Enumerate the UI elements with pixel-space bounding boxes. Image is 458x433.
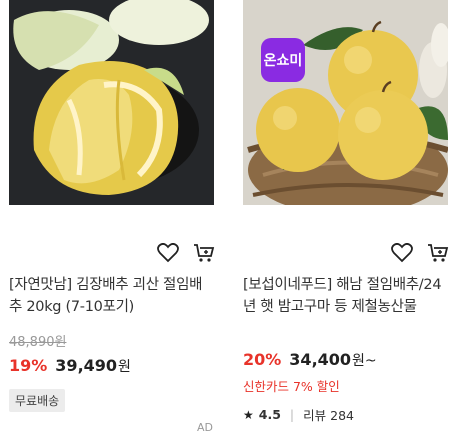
product-image[interactable]: [9, 0, 214, 205]
product-card[interactable]: [자연맛남] 김장배추 괴산 절임배추 20kg (7-10포기) 48,890…: [9, 0, 215, 412]
divider: |: [289, 407, 295, 422]
discount-rate: 19%: [9, 356, 48, 375]
original-price: 48,890원: [9, 335, 67, 350]
rating-row: ★ 4.5 | 리뷰 284: [243, 405, 354, 424]
rating-score: 4.5: [258, 407, 281, 422]
sale-price: 34,400: [289, 350, 352, 369]
heart-icon[interactable]: [157, 242, 179, 263]
ad-label: AD: [197, 421, 213, 433]
product-image[interactable]: 온쇼미: [243, 0, 448, 205]
product-actions: [391, 242, 449, 263]
free-shipping-badge: 무료배송: [9, 389, 66, 412]
price-row: 19% 39,490 원: [9, 356, 131, 376]
price-row: 20% 34,400 원~: [243, 350, 377, 370]
product-card[interactable]: 온쇼미 [보섭이네푸드] 해남 절임배추/24년 햇 밤고구마 등 제철농산물 …: [243, 0, 449, 423]
product-actions: [157, 242, 215, 263]
heart-icon[interactable]: [391, 242, 413, 263]
review-count[interactable]: 리뷰 284: [303, 405, 354, 424]
cart-icon[interactable]: [427, 243, 449, 263]
card-discount-promo: 신한카드 7% 할인: [243, 379, 340, 394]
currency-unit: 원: [118, 359, 131, 375]
product-title[interactable]: [자연맛남] 김장배추 괴산 절임배추 20kg (7-10포기): [9, 274, 214, 318]
star-icon: ★: [243, 407, 254, 422]
store-badge: 온쇼미: [261, 38, 305, 82]
currency-unit: 원~: [352, 353, 377, 369]
discount-rate: 20%: [243, 350, 282, 369]
product-title[interactable]: [보섭이네푸드] 해남 절임배추/24년 햇 밤고구마 등 제철농산물: [243, 274, 448, 318]
sale-price: 39,490: [55, 356, 118, 375]
cart-icon[interactable]: [193, 243, 215, 263]
